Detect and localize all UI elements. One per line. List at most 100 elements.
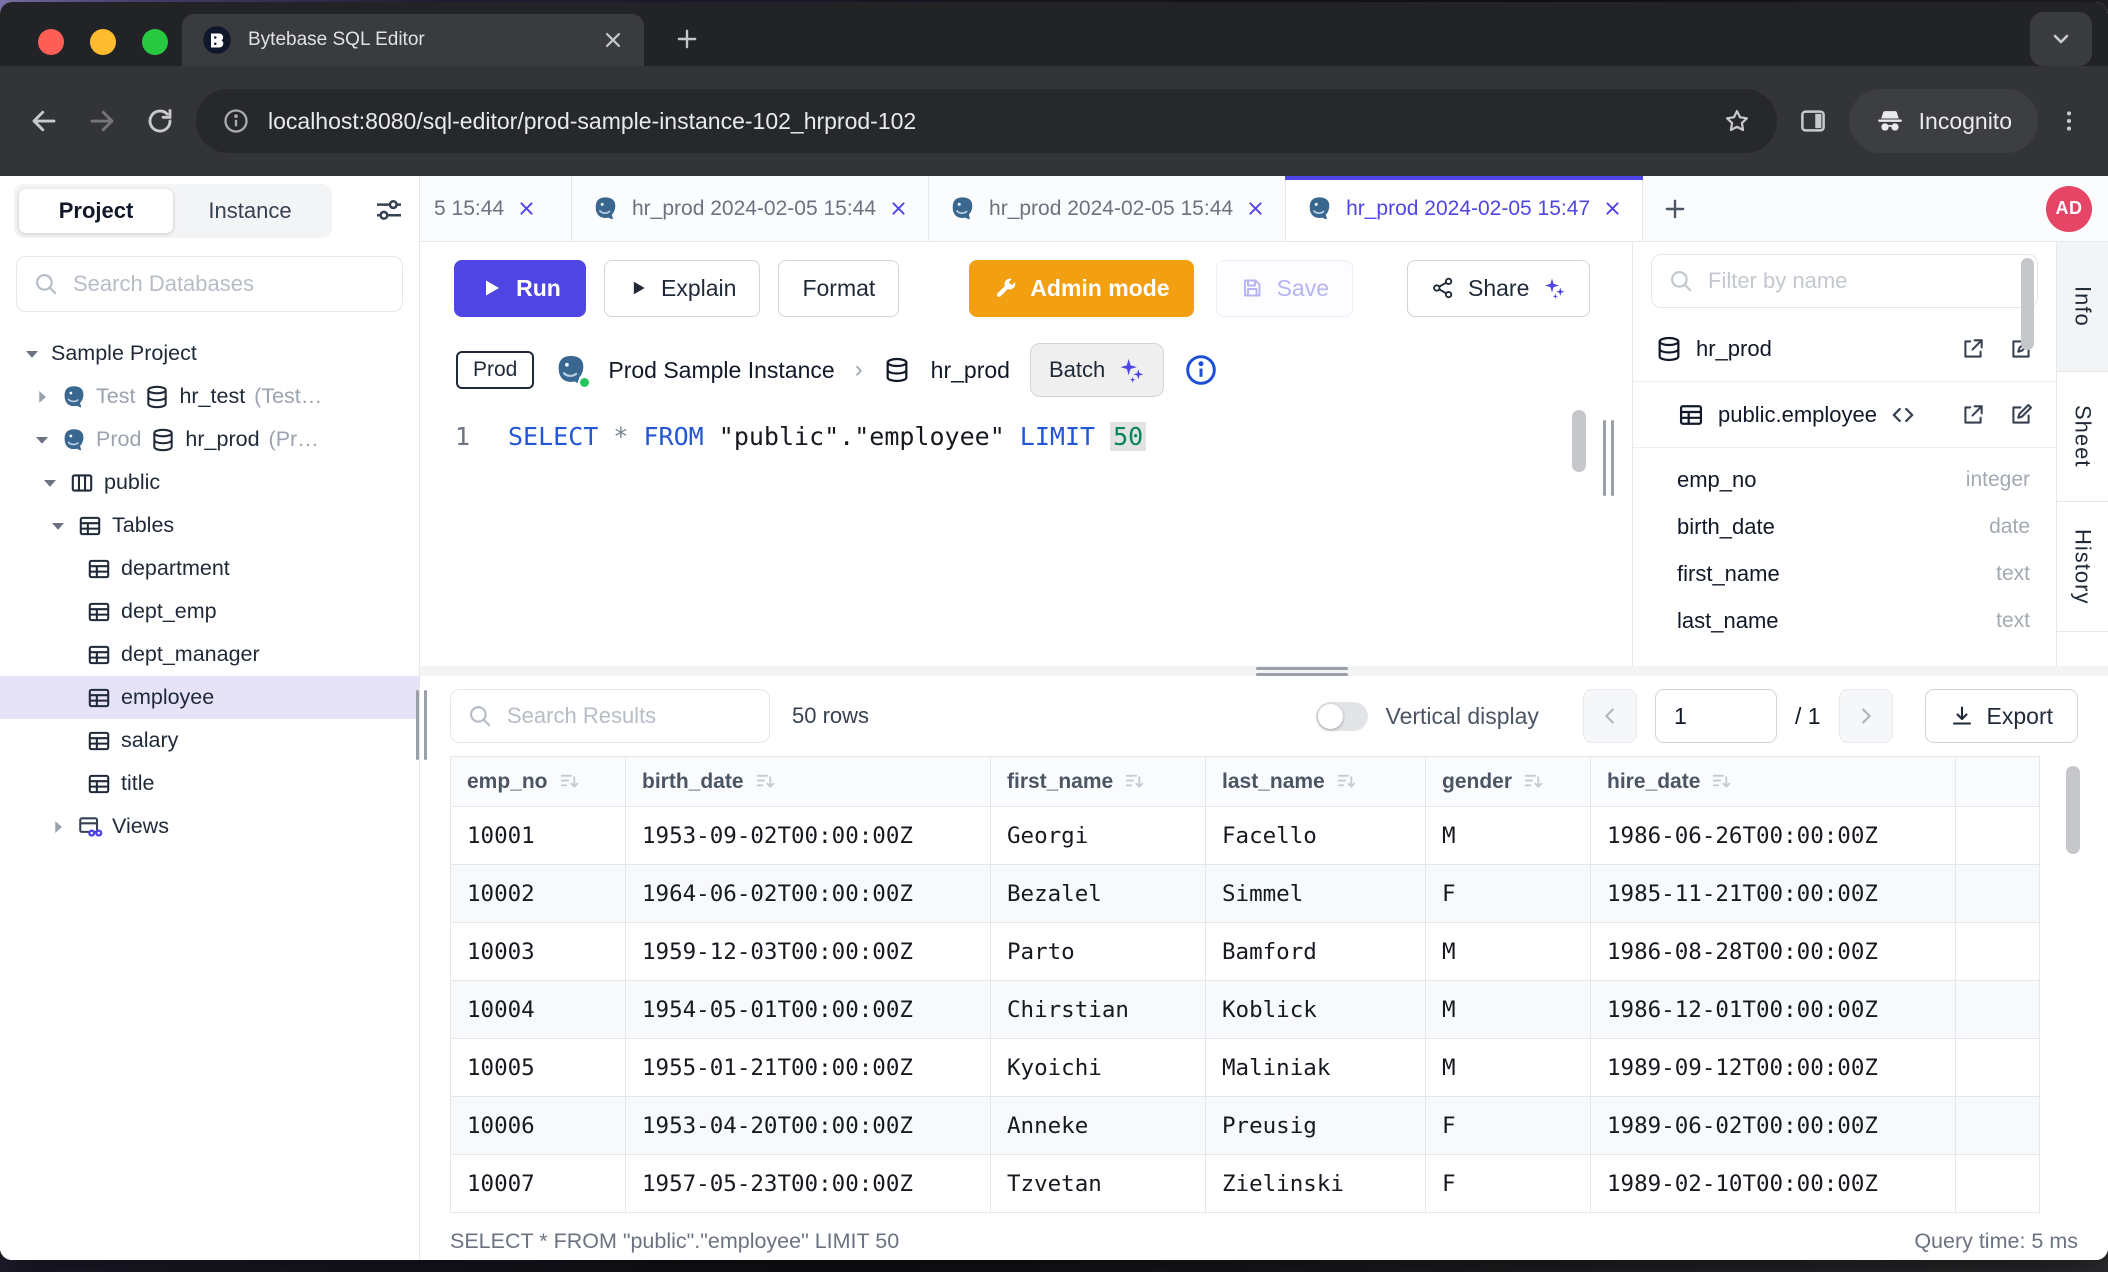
database-name[interactable]: hr_prod — [931, 357, 1010, 384]
vertical-display-toggle[interactable] — [1316, 702, 1368, 731]
sort-icon[interactable] — [1335, 770, 1358, 793]
save-button[interactable]: Save — [1216, 260, 1353, 317]
tree-item-sample-project[interactable]: Sample Project — [0, 332, 419, 375]
new-tab-button[interactable] — [668, 20, 706, 58]
next-page-button[interactable] — [1839, 689, 1893, 743]
data-cell[interactable]: 1964-06-02T00:00:00Z — [626, 865, 991, 923]
schema-table-row[interactable]: public.employee — [1633, 382, 2056, 448]
tree-item-tables-group[interactable]: Tables — [0, 504, 419, 547]
data-cell[interactable]: 1986-12-01T00:00:00Z — [1591, 981, 1956, 1039]
tree-item-table-department[interactable]: department — [0, 547, 419, 590]
data-cell[interactable]: 1989-02-10T00:00:00Z — [1591, 1155, 1956, 1213]
tree-item-table-dept_manager[interactable]: dept_manager — [0, 633, 419, 676]
caret-down-icon[interactable] — [22, 344, 42, 364]
data-cell[interactable]: Tzvetan — [991, 1155, 1206, 1213]
tab-instance[interactable]: Instance — [173, 189, 327, 233]
forward-button[interactable] — [80, 99, 124, 143]
filter-by-name-input[interactable] — [1706, 267, 2021, 295]
header-cell-birth_date[interactable]: birth_date — [626, 757, 991, 807]
tree-item-prod-hr_prod[interactable]: Prodhr_prod(Pr… — [0, 418, 419, 461]
browser-menu-button[interactable] — [2052, 99, 2086, 143]
editor-tab-2[interactable]: hr_prod 2024-02-05 15:44 — [572, 176, 929, 241]
sidebar-resize-handle[interactable] — [416, 690, 427, 760]
data-cell[interactable]: 1989-09-12T00:00:00Z — [1591, 1039, 1956, 1097]
data-cell[interactable]: M — [1426, 807, 1591, 865]
bookmark-icon[interactable] — [1723, 107, 1751, 135]
run-button[interactable]: Run — [454, 260, 586, 317]
column-row-first_name[interactable]: first_nametext — [1633, 550, 2056, 597]
prev-page-button[interactable] — [1583, 689, 1637, 743]
caret-down-icon[interactable] — [40, 473, 60, 493]
browser-tab[interactable]: Bytebase SQL Editor — [182, 14, 644, 66]
edit-icon[interactable] — [2008, 402, 2034, 428]
data-cell[interactable]: Simmel — [1206, 865, 1426, 923]
data-cell[interactable]: 10006 — [451, 1097, 626, 1155]
editor-tab-3[interactable]: hr_prod 2024-02-05 15:44 — [929, 176, 1286, 241]
data-cell[interactable]: Bamford — [1206, 923, 1426, 981]
editor-tab-1[interactable]: 5 15:44 — [420, 176, 572, 241]
caret-down-icon[interactable] — [32, 430, 52, 450]
data-cell[interactable]: 10005 — [451, 1039, 626, 1097]
maximize-window-button[interactable] — [142, 29, 168, 55]
data-cell[interactable]: 10007 — [451, 1155, 626, 1213]
results-search[interactable] — [450, 689, 770, 743]
sort-icon[interactable] — [1710, 770, 1733, 793]
results-resize-handle[interactable] — [1256, 667, 1348, 676]
header-cell-hire_date[interactable]: hire_date — [1591, 757, 1956, 807]
data-cell[interactable]: 10003 — [451, 923, 626, 981]
rail-tab-sheet[interactable]: Sheet — [2057, 372, 2108, 502]
data-cell[interactable]: F — [1426, 1155, 1591, 1213]
close-tab-icon[interactable] — [889, 199, 908, 218]
search-databases-input[interactable] — [71, 270, 386, 298]
minimize-window-button[interactable] — [90, 29, 116, 55]
data-cell[interactable]: 1986-06-26T00:00:00Z — [1591, 807, 1956, 865]
tab-search-button[interactable] — [2030, 12, 2092, 66]
data-cell[interactable]: 10004 — [451, 981, 626, 1039]
user-avatar[interactable]: AD — [2046, 186, 2092, 232]
info-icon[interactable] — [1184, 353, 1218, 387]
data-cell[interactable]: Maliniak — [1206, 1039, 1426, 1097]
search-results-input[interactable] — [505, 702, 753, 730]
new-sheet-button[interactable] — [1643, 176, 1707, 241]
tree-item-table-dept_emp[interactable]: dept_emp — [0, 590, 419, 633]
site-info-icon[interactable] — [222, 107, 250, 135]
tree-item-views-group[interactable]: Views — [0, 805, 419, 848]
view-ddl-icon[interactable] — [1890, 402, 1916, 428]
rail-tab-history[interactable]: History — [2057, 502, 2108, 632]
schema-filter[interactable] — [1651, 254, 2038, 308]
results-scrollbar[interactable] — [2066, 766, 2080, 854]
data-cell[interactable]: M — [1426, 981, 1591, 1039]
data-cell[interactable]: 1957-05-23T00:00:00Z — [626, 1155, 991, 1213]
admin-mode-button[interactable]: Admin mode — [969, 260, 1193, 317]
open-external-icon[interactable] — [1960, 402, 1986, 428]
data-cell[interactable]: 1989-06-02T00:00:00Z — [1591, 1097, 1956, 1155]
batch-button[interactable]: Batch — [1030, 343, 1164, 397]
url-text[interactable]: localhost:8080/sql-editor/prod-sample-in… — [268, 108, 1705, 135]
tree-item-test-hr_test[interactable]: Testhr_test(Test… — [0, 375, 419, 418]
database-search[interactable] — [16, 256, 403, 312]
data-cell[interactable]: F — [1426, 865, 1591, 923]
data-cell[interactable]: 1954-05-01T00:00:00Z — [626, 981, 991, 1039]
tree-item-table-employee[interactable]: employee — [0, 676, 419, 719]
caret-right-icon[interactable] — [32, 387, 52, 407]
header-cell-emp_no[interactable]: emp_no — [451, 757, 626, 807]
open-external-icon[interactable] — [1960, 336, 1986, 362]
caret-down-icon[interactable] — [48, 516, 68, 536]
data-cell[interactable]: 1953-09-02T00:00:00Z — [626, 807, 991, 865]
instance-name[interactable]: Prod Sample Instance — [608, 357, 834, 384]
data-cell[interactable]: 1959-12-03T00:00:00Z — [626, 923, 991, 981]
close-window-button[interactable] — [38, 29, 64, 55]
tree-item-table-title[interactable]: title — [0, 762, 419, 805]
tree-item-table-salary[interactable]: salary — [0, 719, 419, 762]
data-cell[interactable]: Anneke — [991, 1097, 1206, 1155]
editor-scrollbar[interactable] — [1572, 410, 1586, 472]
data-cell[interactable]: Parto — [991, 923, 1206, 981]
data-cell[interactable]: Georgi — [991, 807, 1206, 865]
tab-project[interactable]: Project — [19, 189, 173, 233]
close-tab-icon[interactable] — [602, 29, 624, 51]
close-tab-icon[interactable] — [1246, 199, 1265, 218]
schema-database-row[interactable]: hr_prod — [1633, 316, 2056, 382]
column-row-birth_date[interactable]: birth_datedate — [1633, 503, 2056, 550]
data-cell[interactable]: Chirstian — [991, 981, 1206, 1039]
rail-tab-info[interactable]: Info — [2057, 242, 2108, 372]
